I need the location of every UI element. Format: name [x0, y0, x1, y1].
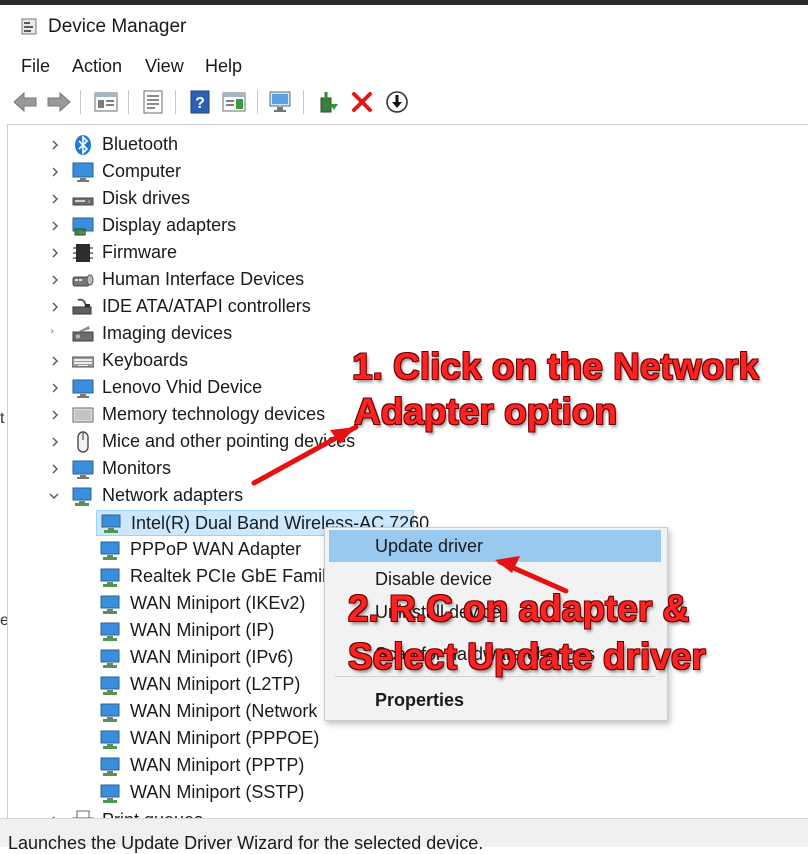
annotation-step2-line2: Select Update driver [348, 636, 706, 677]
annotation-step1-line2: Adapter option [354, 391, 618, 432]
annotation-step2-line1: 2. R.C on adapter & [348, 588, 690, 629]
status-text: Launches the Update Driver Wizard for th… [8, 833, 484, 853]
status-bar: Launches the Update Driver Wizard for th… [0, 818, 808, 853]
annotation-step1-line1: 1. Click on the Network [352, 346, 760, 387]
